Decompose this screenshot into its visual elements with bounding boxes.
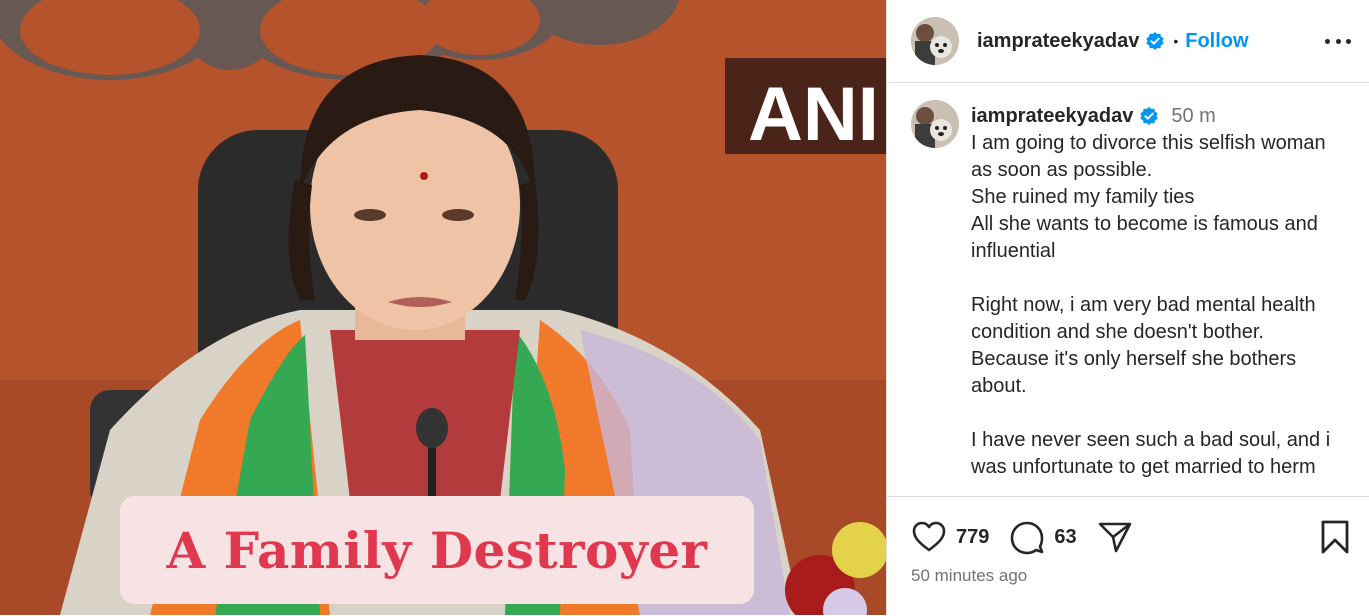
overlay-caption: A Family Destroyer bbox=[166, 520, 708, 580]
verified-badge-icon bbox=[1146, 32, 1165, 50]
avatar[interactable] bbox=[911, 100, 959, 148]
post-media[interactable]: ANI A Family Destroyer bbox=[0, 0, 886, 615]
comment-count[interactable]: 63 bbox=[1054, 526, 1076, 549]
header-username[interactable]: iamprateekyadav bbox=[977, 30, 1139, 53]
comment-header: iamprateekyadav 50 m bbox=[971, 103, 1351, 129]
avatar-image bbox=[911, 17, 959, 65]
bookmark-icon[interactable] bbox=[1319, 519, 1351, 555]
action-row: 779 63 bbox=[911, 519, 1133, 555]
share-icon[interactable] bbox=[1097, 519, 1133, 555]
comment-username[interactable]: iamprateekyadav bbox=[971, 105, 1133, 128]
like-count[interactable]: 779 bbox=[956, 526, 989, 549]
avatar[interactable] bbox=[911, 17, 959, 65]
follow-button[interactable]: Follow bbox=[1185, 30, 1248, 53]
ani-sign-text: ANI bbox=[748, 72, 879, 157]
comment-icon[interactable] bbox=[1009, 519, 1045, 555]
comment-body: iamprateekyadav 50 m I am going to divor… bbox=[971, 103, 1351, 481]
comment-time[interactable]: 50 m bbox=[1171, 105, 1215, 128]
more-horizontal-icon[interactable] bbox=[1325, 28, 1351, 54]
comment-text: I am going to divorce this selfish woman… bbox=[971, 132, 1331, 478]
action-bar: 779 63 50 minutes ago bbox=[887, 496, 1369, 616]
heart-icon[interactable] bbox=[911, 519, 947, 555]
posted-time[interactable]: 50 minutes ago bbox=[911, 566, 1027, 586]
post-header: iamprateekyadav • Follow bbox=[887, 0, 1369, 83]
overlay-caption-badge: A Family Destroyer bbox=[120, 496, 754, 604]
verified-badge-icon bbox=[1140, 107, 1159, 125]
avatar-image bbox=[911, 100, 959, 148]
separator-dot: • bbox=[1173, 33, 1179, 49]
caption-comment: iamprateekyadav 50 m I am going to divor… bbox=[887, 83, 1369, 495]
instagram-post: ANI A Family Destroyer iamprateekyadav •… bbox=[0, 0, 1369, 615]
post-side-panel: iamprateekyadav • Follow iamprateekyadav… bbox=[886, 0, 1369, 615]
